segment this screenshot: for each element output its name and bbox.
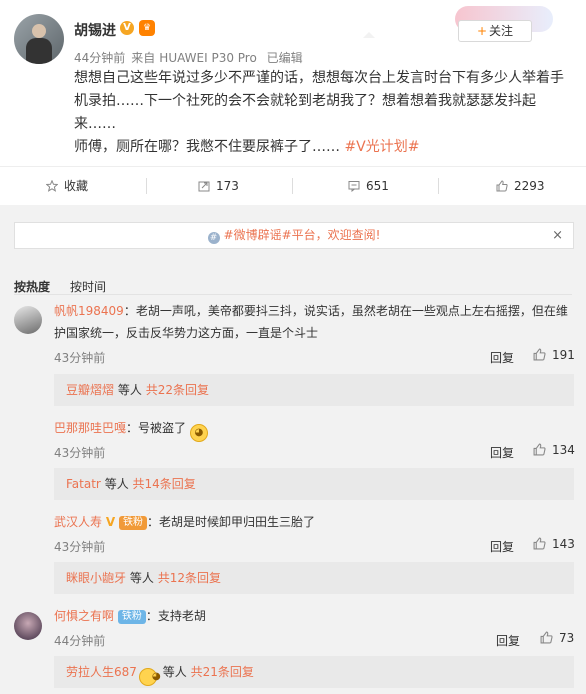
comment-text: 帆帆198409：老胡一声吼，美帝都要抖三抖，说实话，虽然老胡在一些观点上左右摇… <box>54 304 568 340</box>
comment-text: 武汉人寿 V 铁粉 ：老胡是时候卸甲归田生三胎了 <box>54 515 315 530</box>
commenter-name[interactable]: 何惧之有啊 <box>54 609 114 623</box>
sort-by-time-tab[interactable]: 按时间 <box>70 278 106 295</box>
post-line: 机录拍……下一个社死的会不会就轮到老胡我了？想着想着我就瑟瑟发抖起 <box>74 93 536 109</box>
commenter-name[interactable]: 巴那那哇巴嘎 <box>54 421 126 435</box>
author-name[interactable]: 胡锡进 <box>74 20 116 40</box>
repost-icon <box>198 181 210 192</box>
topic-tag-link[interactable]: #V光计划# <box>344 139 419 155</box>
fan-badge[interactable]: 铁粉 <box>117 610 146 624</box>
sort-by-hot-tab[interactable]: 按热度 <box>14 278 50 295</box>
comment-time: 44分钟前 <box>54 634 106 648</box>
comment-like-button[interactable]: 134 <box>533 443 575 457</box>
reply-button[interactable]: 回复 <box>490 349 514 366</box>
comment-time: 43分钟前 <box>54 446 106 460</box>
thumbs-up-icon <box>533 443 546 456</box>
comment-button[interactable]: 651 <box>348 167 389 205</box>
comment-text: 巴那那哇巴嘎：号被盗了 ◕ <box>54 417 574 442</box>
sub-replies-bar[interactable]: 眯眼小龅牙 等人 共12条回复 <box>54 562 574 594</box>
rumor-notice-bar: # #微博辟谣#平台，欢迎查阅! × <box>14 222 574 249</box>
source-prefix: 来自 <box>131 51 156 65</box>
thumbs-up-icon <box>533 537 546 550</box>
commenter-avatar[interactable] <box>14 612 42 640</box>
follow-button[interactable]: + 关注 <box>458 20 532 42</box>
member-badge-icon: ♛ <box>139 20 155 36</box>
commenter-name[interactable]: 武汉人寿 <box>54 515 102 529</box>
comment-like-button[interactable]: 73 <box>540 631 574 645</box>
commenter-avatar[interactable] <box>14 306 42 334</box>
emoji-icon: ◕ <box>189 424 208 442</box>
sub-replies-bar[interactable]: 劳拉人生687 ◕ 等人 共21条回复 <box>54 656 574 688</box>
author-avatar[interactable] <box>14 14 64 64</box>
thumbs-up-icon <box>533 348 546 361</box>
star-icon <box>46 180 58 192</box>
post-line: 来…… <box>74 116 116 132</box>
reply-button[interactable]: 回复 <box>490 444 514 461</box>
action-bar: 收藏 173 651 2293 <box>0 166 586 205</box>
post-line: 师傅，厕所在哪？我憋不住要尿裤子了…… #V光计划# <box>74 139 420 155</box>
verified-v-icon: V <box>120 21 134 35</box>
fan-badge[interactable]: 铁粉 <box>118 516 147 530</box>
sub-replies-bar[interactable]: Fatatr 等人 共14条回复 <box>54 468 574 500</box>
post-time[interactable]: 44分钟前 <box>74 51 125 65</box>
comment-icon <box>348 181 360 192</box>
post-meta: 44分钟前 来自 HUAWEI P30 Pro 已编辑 <box>74 49 309 66</box>
sub-replies-bar[interactable]: 豆瓣熠熠 等人 共22条回复 <box>54 374 574 406</box>
like-button[interactable]: 2293 <box>496 167 545 205</box>
thumbs-up-icon <box>540 631 553 644</box>
rumor-topic-link[interactable]: #微博辟谣#平台 <box>224 228 316 242</box>
post-line: 想想自己这些年说过多少不严谨的话，想想每次台上发言时台下有多少人举着手 <box>74 70 564 86</box>
hash-icon: # <box>207 232 220 244</box>
reply-button[interactable]: 回复 <box>490 538 514 555</box>
weibo-post-card: 胡锡进 V ♛ 44分钟前 来自 HUAWEI P30 Pro 已编辑 + 关注 想想… <box>0 0 586 205</box>
emoji-icon: ◕ <box>138 668 161 686</box>
comment-time: 43分钟前 <box>54 540 106 554</box>
caret-indicator <box>363 32 375 38</box>
divider <box>14 294 572 295</box>
close-icon[interactable]: × <box>552 223 563 248</box>
edited-label[interactable]: 已编辑 <box>267 51 303 65</box>
favorite-button[interactable]: 收藏 <box>46 167 88 205</box>
thumbs-up-icon <box>496 180 508 192</box>
post-device: HUAWEI P30 Pro <box>159 51 257 65</box>
comment-time: 43分钟前 <box>54 351 106 365</box>
comment-text: 何惧之有啊 铁粉 ：支持老胡 <box>54 609 206 624</box>
post-content: 想想自己这些年说过多少不严谨的话，想想每次台上发言时台下有多少人举着手 机录拍…… <box>74 67 574 159</box>
reply-button[interactable]: 回复 <box>496 632 520 649</box>
plus-icon: + <box>476 24 488 38</box>
verified-v-icon: V <box>105 515 116 529</box>
commenter-name[interactable]: 帆帆198409 <box>54 304 124 318</box>
comment-like-button[interactable]: 191 <box>533 348 575 362</box>
comment-like-button[interactable]: 143 <box>533 537 575 551</box>
repost-button[interactable]: 173 <box>198 167 239 205</box>
